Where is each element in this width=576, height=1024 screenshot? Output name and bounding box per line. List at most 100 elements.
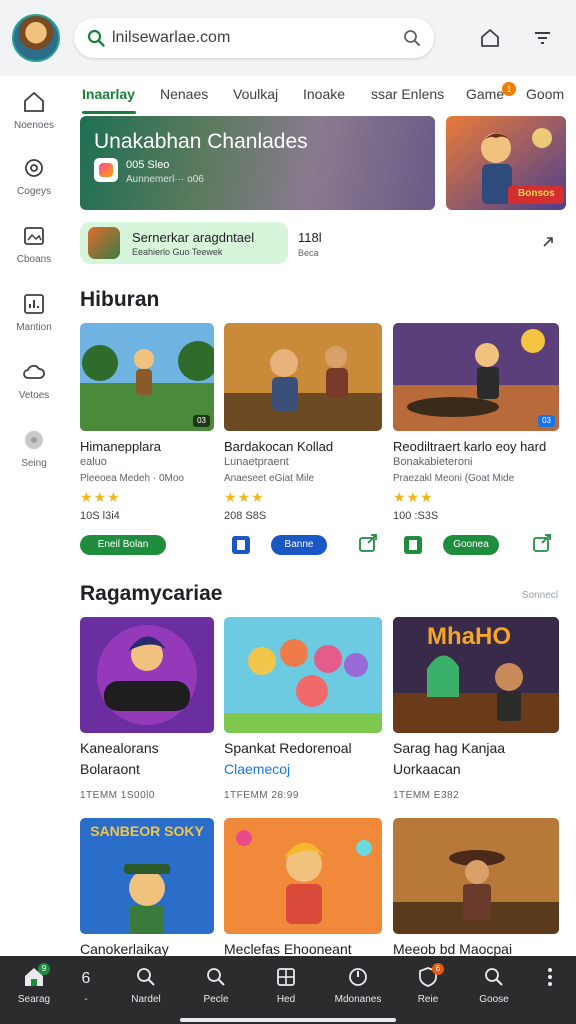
bottom-nav-reie[interactable]: 6 Reie [396,963,460,1005]
card-image-4[interactable] [80,617,214,733]
sidebar-item-cloud[interactable]: Vetoes [0,360,68,401]
card-image-6[interactable]: MhaHO [393,617,559,733]
card-title[interactable]: Bardakocan Kollad [224,439,333,454]
bookmark-icon[interactable] [231,535,251,555]
install-chip[interactable]: Goonea [443,535,499,555]
section-title-hiburan: Hiburan [80,288,160,311]
sidebar-item-stats[interactable]: Mantion [0,292,68,333]
card-title[interactable]: Sarag hag Kanjaa [393,740,505,756]
expand-arrow-icon[interactable] [540,234,556,250]
bottom-nav-more[interactable] [518,966,576,994]
share-icon[interactable] [532,533,552,553]
card-image-3[interactable]: 03 [393,323,559,431]
card-title[interactable]: Meclefas Ehooneant [224,941,352,957]
tab-voulkaj[interactable]: Voulkaj [233,86,278,102]
compass-icon [349,968,367,986]
card-subtitle: ealuo [80,456,107,468]
card-image-9[interactable] [393,818,559,934]
side-navigation: Noenoes Cogeys Cboans Mantion Vetoes Sei… [0,76,68,956]
rating-stars: ★★★ [80,489,121,505]
category-tabs: Inaarlay Nenaes Voulkaj Inoake ssar Enle… [70,76,576,114]
card-subtitle-link[interactable]: Claemecoj [224,761,290,777]
tab-nenaes[interactable]: Nenaes [160,86,208,102]
card-price: 100 :S3S [393,510,439,522]
characters-art [224,617,382,733]
featured-count: 118l [298,230,322,245]
controller-art [80,617,214,733]
tab-inoake[interactable]: Inoake [303,86,345,102]
sidebar-item-settings[interactable]: Cogeys [0,156,68,197]
profile-avatar[interactable] [12,14,60,62]
address-bar[interactable]: lnilsewarlae.com [74,18,434,58]
sidebar-item-home[interactable]: Noenoes [0,90,68,131]
share-icon[interactable] [358,533,378,553]
notification-badge: 6 [432,963,444,975]
hero-banner[interactable]: Unakabhan Chanlades 005 Slеo Aunnemerl··… [80,116,435,210]
search-icon [207,968,225,986]
puzzle-game-art [224,818,382,934]
sidebar-item-settings-disc[interactable]: Seing [0,428,68,469]
see-more-link[interactable]: Sonnecl [522,590,558,601]
card-image-7[interactable]: SANBEOR SOKY [80,818,214,934]
svg-text:6: 6 [82,970,91,987]
featured-app-pill[interactable]: Sernerkar aragdntael Eeahierlo Guo Teewe… [80,222,288,264]
banner-caption: Aunnemerl··· o06 [126,174,204,185]
cloud-icon [23,364,45,379]
card-price: 10S l3i4 [80,510,120,522]
search-icon [485,968,503,986]
card-title[interactable]: Canokerlaikay [80,941,169,957]
featured-app-icon [88,227,120,259]
banner-subtitle: 005 Slеo [126,159,170,171]
card-title[interactable]: Spankat Redorenoal [224,740,352,756]
menu-icon[interactable] [530,26,554,50]
card-image-8[interactable] [224,818,382,934]
image-badge: 03 [193,415,210,427]
tab-game[interactable]: Game [466,86,504,102]
install-chip[interactable]: Eneil Bolan [80,535,166,555]
bottom-nav-nardel[interactable]: Nardel [114,966,178,1005]
card-meta: Anaeseet eGiat Mile [224,473,315,484]
home-outline-icon [24,91,44,112]
bottom-nav-goose[interactable]: Goose [462,966,526,1005]
install-chip[interactable]: Banne [271,535,327,555]
address-text[interactable]: lnilsewarlae.com [112,29,230,47]
home-outline-icon[interactable] [478,26,502,50]
card-price: 208 S8S [224,510,267,522]
bottom-nav-mdonanes[interactable]: Mdonanes [326,966,390,1005]
bottom-nav-six[interactable]: 6 - [54,966,118,1005]
gesture-bar[interactable] [180,1018,396,1022]
notification-badge: 1 [502,82,516,96]
tab-goom[interactable]: Goom [526,86,564,102]
tab-inaarlay[interactable]: Inaarlay [82,86,135,102]
more-vertical-icon [548,968,552,986]
card-subtitle: Bonakabieteroni [393,456,473,468]
banner-title: Unakabhan Chanlades [94,130,308,153]
search-icon [87,29,105,47]
tab-ssar-enlens[interactable]: ssar Enlens [371,86,444,102]
card-title[interactable]: Himanepplara [80,439,161,454]
card-subtitle: Lunaetpraent [224,456,289,468]
bottom-navigation: 9 Searag 6 - Nardel Pecle Hed Mdonanes 6… [0,956,576,1024]
top-bar: lnilsewarlae.com [0,0,576,76]
card-image-1[interactable]: 03 [80,323,214,431]
card-meta: 1TEMM 1S00l0 [80,790,155,801]
bookmark-icon[interactable] [403,535,423,555]
promo-image[interactable]: Bonsos [446,116,566,210]
notification-badge: 9 [38,963,50,975]
card-image-2[interactable] [224,323,382,431]
number-six-icon: 6 [82,970,91,987]
card-title[interactable]: Meeob bd Maocpai [393,941,512,957]
card-title[interactable]: Reodiltraert karlo eoy hard [393,439,546,454]
western-game-art [393,818,559,934]
bottom-nav-pecle[interactable]: Pecle [184,966,248,1005]
promo-label: Bonsos [518,188,555,199]
featured-subtitle: Eeahierlo Guo Teewek [132,247,223,257]
search-icon [137,968,155,986]
search-submit-icon[interactable] [402,28,422,48]
card-image-5[interactable] [224,617,382,733]
app-icon [94,158,118,182]
card-title[interactable]: Kanealorans [80,740,159,756]
bottom-nav-hed[interactable]: Hed [254,966,318,1005]
card-meta: 1TEMM E382 [393,790,460,801]
sidebar-item-images[interactable]: Cboans [0,224,68,265]
